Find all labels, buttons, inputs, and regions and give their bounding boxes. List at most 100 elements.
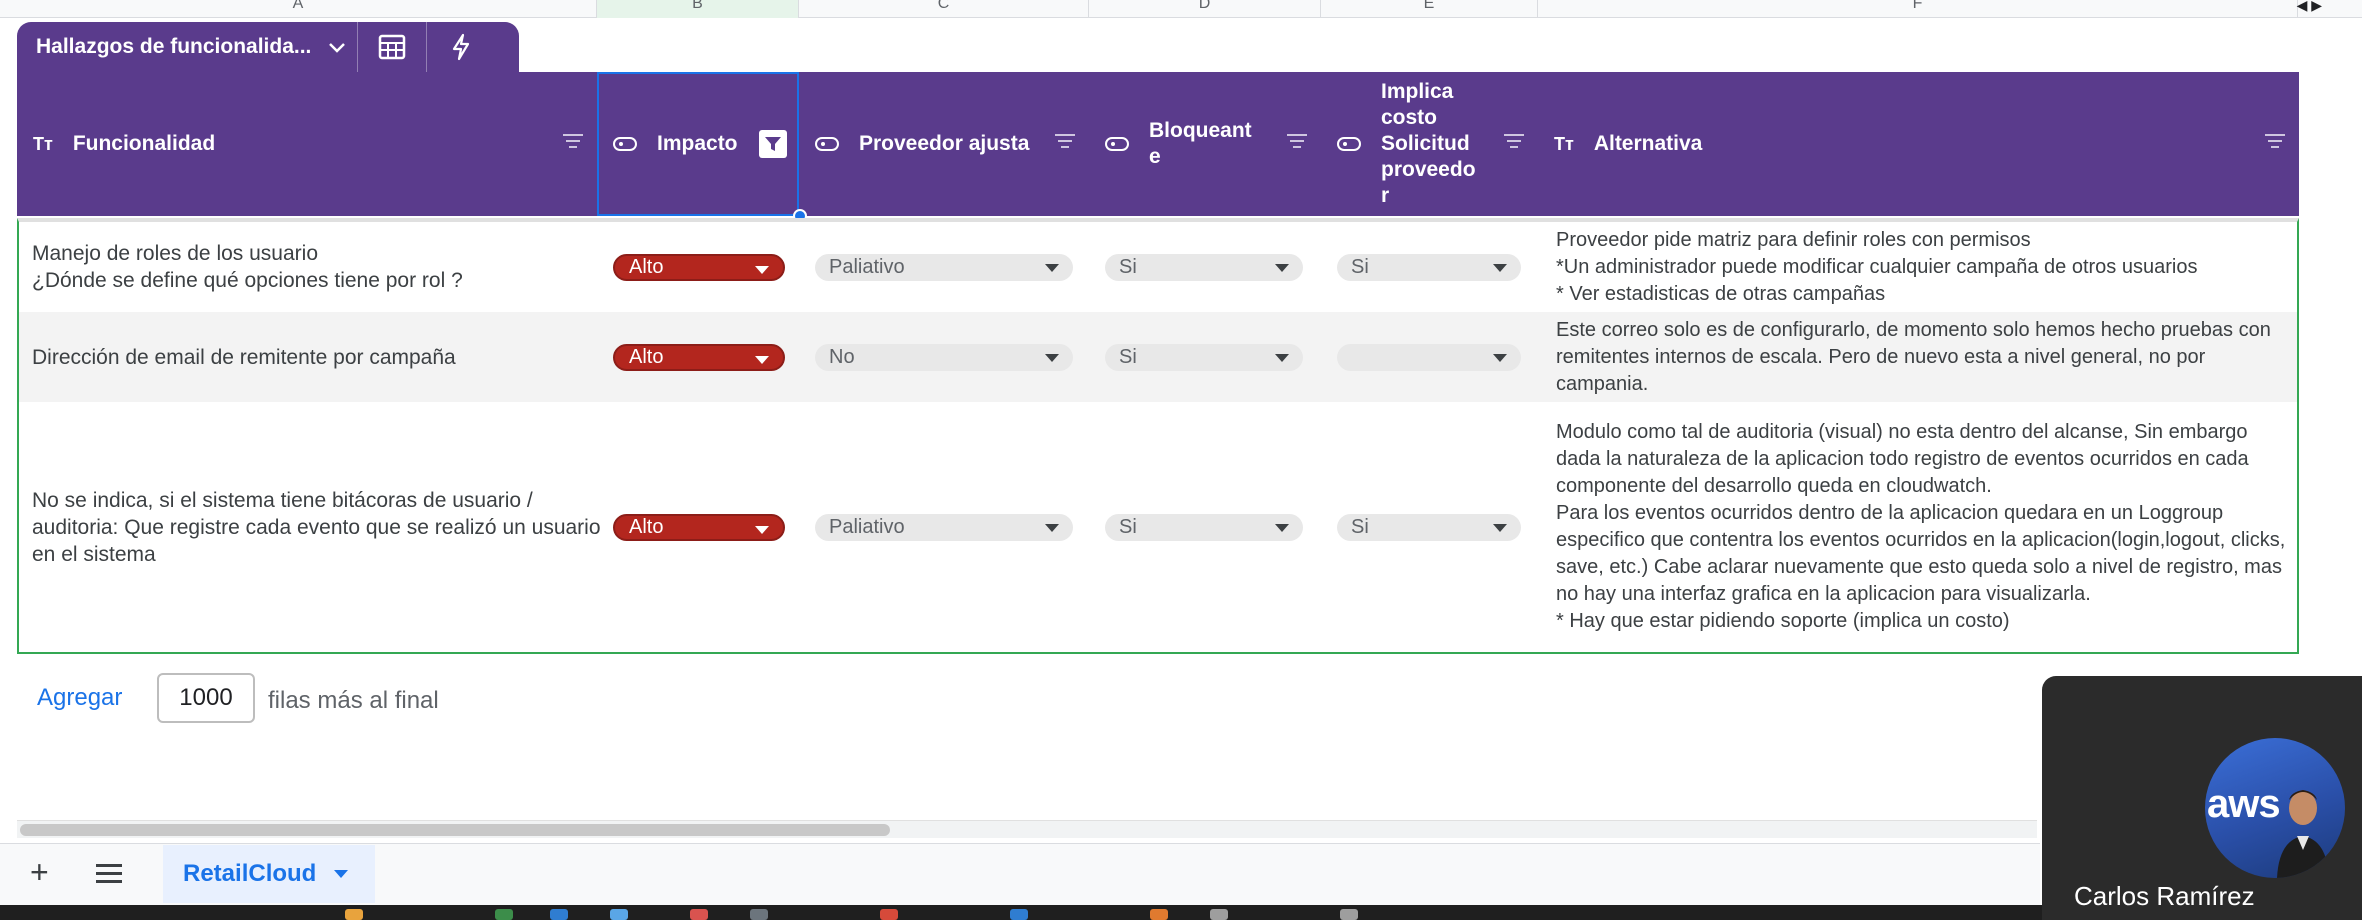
header-implica-costo[interactable]: Implica costo Solicitud proveedo r [1321,72,1538,216]
taskbar-app-icon[interactable] [610,909,628,920]
taskbar-app-icon[interactable] [1340,909,1358,920]
chip-label: Si [1351,516,1369,538]
bloqueante-chip[interactable]: Si [1105,254,1303,281]
header-bloqueante[interactable]: Bloqueant e [1089,72,1321,216]
taskbar-app-icon[interactable] [495,909,513,920]
cell-funcionalidad[interactable]: No se indica, si el sistema tiene bitáco… [32,402,602,652]
horizontal-scrollbar-thumb[interactable] [20,824,890,836]
table-header-row: Tт Funcionalidad Impacto Proveedor ajust… [17,72,2299,216]
header-funcionalidad[interactable]: Tт Funcionalidad [17,72,597,216]
taskbar-app-icon[interactable] [880,909,898,920]
table-tab[interactable]: Hallazgos de funcionalida... [17,22,519,72]
participant-name: Carlos Ramírez [2074,881,2255,911]
column-header-e[interactable]: E [1321,0,1538,18]
header-label: Funcionalidad [72,132,216,155]
implica-chip[interactable]: Si [1337,254,1521,281]
cell-alternativa[interactable]: Proveedor pide matriz para definir roles… [1556,222,2297,312]
table-body: Manejo de roles de los usuario ¿Dónde se… [17,218,2299,654]
dropdown-type-icon [1105,137,1129,151]
dropdown-arrow-icon [1045,524,1059,532]
filter-active-icon[interactable] [759,130,787,158]
cell-alternativa[interactable]: Modulo como tal de auditoria (visual) no… [1556,402,2297,652]
table-view-icon[interactable] [358,22,426,72]
dropdown-arrow-icon [755,356,769,364]
implica-chip[interactable]: Si [1337,514,1521,541]
column-header-c[interactable]: C [799,0,1089,18]
cell-funcionalidad[interactable]: Manejo de roles de los usuario ¿Dónde se… [32,222,602,312]
filter-lines-icon[interactable] [2265,134,2285,152]
participant-avatar: aws [2205,738,2345,878]
proveedor-chip[interactable]: Paliativo [815,514,1073,541]
taskbar-app-icon[interactable] [1210,909,1228,920]
table-row[interactable]: Manejo de roles de los usuario ¿Dónde se… [19,222,2297,312]
column-header-f[interactable]: F [1538,0,2298,18]
all-sheets-menu-icon[interactable] [96,864,122,888]
filter-lines-icon[interactable] [1504,134,1524,152]
scroll-arrows-icon[interactable]: ◀ ▶ [2297,0,2322,12]
chip-label: Si [1119,256,1137,278]
lightning-icon[interactable] [427,22,495,72]
proveedor-chip[interactable]: No [815,344,1073,371]
proveedor-chip[interactable]: Paliativo [815,254,1073,281]
column-letter: F [1912,0,1923,12]
header-proveedor-ajusta[interactable]: Proveedor ajusta [799,72,1089,216]
filter-lines-icon[interactable] [1055,134,1075,152]
table-name[interactable]: Hallazgos de funcionalida... [17,35,317,59]
dropdown-arrow-icon [1045,354,1059,362]
dropdown-type-icon [1337,137,1361,151]
taskbar-app-icon[interactable] [750,909,768,920]
column-header-a[interactable]: A [0,0,597,18]
dropdown-type-icon [613,137,637,151]
header-label: Alternativa [1593,132,1703,155]
dropdown-arrow-icon [1493,354,1507,362]
chip-label: Alto [629,256,664,278]
filter-lines-icon[interactable] [1287,134,1307,152]
chip-label: Paliativo [829,256,905,278]
table-row[interactable]: No se indica, si el sistema tiene bitáco… [19,402,2297,652]
dropdown-arrow-icon [1493,264,1507,272]
taskbar-app-icon[interactable] [1150,909,1168,920]
chip-label: Paliativo [829,516,905,538]
taskbar-app-icon[interactable] [345,909,363,920]
bloqueante-chip[interactable]: Si [1105,344,1303,371]
column-header-strip: A B C D E F ◀ ▶ [0,0,2362,18]
implica-chip[interactable] [1337,344,1521,371]
header-label: Implica costo Solicitud proveedo r [1381,80,1476,207]
chip-label: Si [1351,256,1369,278]
chip-label: Si [1119,516,1137,538]
column-letter: B [692,0,703,12]
rows-count-input[interactable]: 1000 [157,673,255,723]
cell-alternativa[interactable]: Este correo solo es de configurarlo, de … [1556,312,2297,402]
column-header-b[interactable]: B [597,0,799,18]
table-row[interactable]: Dirección de email de remitente por camp… [19,312,2297,402]
chevron-down-icon[interactable] [334,870,349,878]
header-alternativa[interactable]: Tт Alternativa [1538,72,2299,216]
taskbar-app-icon[interactable] [1010,909,1028,920]
header-impacto[interactable]: Impacto [597,72,799,216]
taskbar-app-icon[interactable] [550,909,568,920]
column-letter: A [292,0,304,12]
sheet-tab-retailcloud[interactable]: RetailCloud [163,845,375,903]
dropdown-arrow-icon [1275,524,1289,532]
column-header-d[interactable]: D [1089,0,1321,18]
filter-lines-icon[interactable] [563,134,583,152]
dropdown-arrow-icon [1275,264,1289,272]
column-letter: D [1198,0,1211,12]
taskbar-app-icon[interactable] [690,909,708,920]
impacto-chip[interactable]: Alto [613,344,785,371]
bloqueante-chip[interactable]: Si [1105,514,1303,541]
cell-funcionalidad[interactable]: Dirección de email de remitente por camp… [32,312,602,402]
text-type-icon: Tт [1554,133,1574,154]
add-rows-button[interactable]: Agregar [37,684,122,712]
chevron-down-icon[interactable] [317,34,357,60]
dropdown-arrow-icon [1045,264,1059,272]
header-label: Bloqueant e [1149,119,1252,168]
dropdown-arrow-icon [755,266,769,274]
impacto-chip[interactable]: Alto [613,514,785,541]
chip-label: Alto [629,346,664,368]
impacto-chip[interactable]: Alto [613,254,785,281]
header-label: Impacto [657,132,738,155]
chip-label: Si [1119,346,1137,368]
column-letter: C [937,0,950,12]
add-sheet-icon[interactable]: + [30,854,49,891]
